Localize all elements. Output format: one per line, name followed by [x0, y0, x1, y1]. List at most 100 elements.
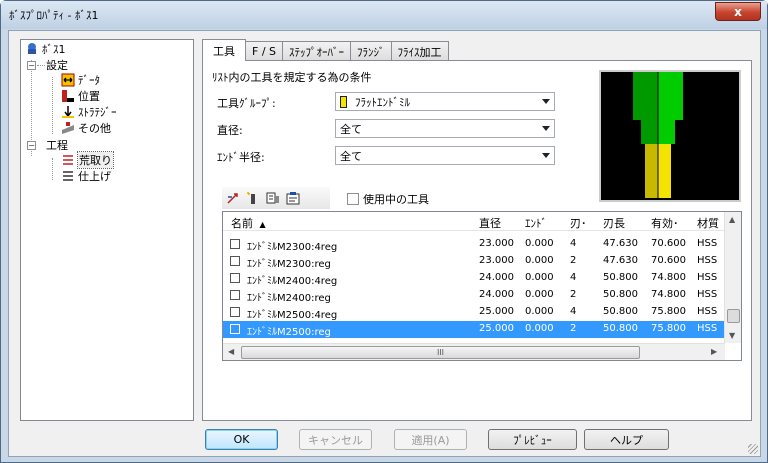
cell-diameter: 23.000	[479, 255, 514, 266]
new-tool-icon[interactable]	[246, 191, 260, 205]
col-header-flutes[interactable]: 刃･	[570, 215, 587, 231]
end-radius-value: 全て	[340, 149, 362, 163]
cell-end: 0.000	[525, 323, 554, 334]
cell-name: ｴﾝﾄﾞﾐﾙM2400:reg	[247, 293, 331, 304]
ok-button[interactable]: OK	[205, 429, 278, 450]
diameter-select[interactable]: 全て	[335, 119, 555, 138]
tree-item-process[interactable]: − 工程	[27, 137, 68, 153]
tree-item-roughing[interactable]: 荒取り	[61, 151, 114, 169]
cancel-button[interactable]: キャンセル	[299, 429, 372, 450]
cell-name: ｴﾝﾄﾞﾐﾙM2300:4reg	[247, 242, 338, 253]
cell-end: 0.000	[525, 255, 554, 266]
cell-diameter: 24.000	[479, 272, 514, 283]
table-row[interactable]: ｴﾝﾄﾞﾐﾙM2500:reg 25.000 0.000 2 50.800 75.800 H…	[223, 321, 725, 338]
tree-root-label: ﾎﾞｽ1	[42, 43, 66, 56]
cell-flutes: 2	[570, 255, 577, 266]
tab-stepover[interactable]: ｽﾃｯﾌﾟｵｰﾊﾞｰ	[282, 41, 352, 61]
horizontal-scroll-thumb[interactable]: III	[241, 346, 640, 359]
title-bar[interactable]: ﾎﾞｽﾌﾟﾛﾊﾟﾃｨ - ﾎﾞｽ1 x	[1, 1, 767, 29]
endmill-preview-image	[633, 72, 683, 200]
end-radius-label: ｴﾝﾄﾞ半径:	[217, 151, 265, 164]
pick-tool-icon[interactable]	[226, 191, 240, 205]
scroll-down-icon[interactable]: ▼	[729, 331, 735, 340]
cell-diameter: 25.000	[479, 323, 514, 334]
col-header-effective[interactable]: 有効･	[651, 215, 679, 231]
tab-milling[interactable]: ﾌﾗｲｽ加工	[390, 41, 449, 61]
tool-group-value: ﾌﾗｯﾄｴﾝﾄﾞﾐﾙ	[355, 95, 410, 109]
col-header-material[interactable]: 材質	[697, 215, 719, 231]
tab-flange[interactable]: ﾌﾗﾝｼﾞ	[350, 41, 392, 61]
dialog-client: ﾎﾞｽ1 − 設定 ﾃﾞｰﾀ 位置 ｽﾄﾗﾃｼﾞｰ その他 − 工程 荒取り 仕…	[8, 30, 761, 457]
tool-row-icon	[230, 290, 240, 300]
tab-strip: 工具 F / S ｽﾃｯﾌﾟｵｰﾊﾞｰ ﾌﾗﾝｼﾞ ﾌﾗｲｽ加工	[202, 39, 449, 61]
roughing-icon	[63, 155, 73, 165]
preview-button[interactable]: ﾌﾟﾚﾋﾞｭｰ	[488, 429, 577, 450]
tree-item-settings[interactable]: − 設定	[27, 57, 68, 73]
tree-item-position[interactable]: 位置	[61, 88, 100, 104]
in-use-checkbox[interactable]	[347, 193, 359, 205]
tab-feed-speed[interactable]: F / S	[245, 41, 284, 61]
tool-tab-panel: ﾘｽﾄ内の工具を規定する為の条件 工具ｸﾞﾙｰﾌﾟ: ﾌﾗｯﾄｴﾝﾄﾞﾐﾙ 直径…	[202, 60, 752, 421]
tab-tool[interactable]: 工具	[202, 39, 246, 61]
tool-list-header: 名前 ▲ 直径 ｴﾝﾄﾞ 刃･ 刃長 有効･ 材質	[223, 212, 725, 231]
tree-position-label: 位置	[78, 90, 100, 103]
scroll-right-icon[interactable]: ▶	[711, 347, 717, 356]
vertical-scroll-thumb[interactable]	[727, 309, 740, 323]
scroll-up-icon[interactable]: ▲	[729, 215, 735, 224]
end-radius-select[interactable]: 全て	[335, 146, 555, 165]
scroll-left-icon[interactable]: ◀	[228, 347, 234, 356]
tool-row-icon	[230, 239, 240, 249]
in-use-filter[interactable]: 使用中の工具	[347, 191, 429, 207]
data-icon	[61, 73, 75, 87]
table-row[interactable]: ｴﾝﾄﾞﾐﾙM2500:4reg 25.000 0.000 4 50.800 75.800…	[223, 304, 725, 321]
boss-icon	[28, 43, 36, 54]
chevron-down-icon	[542, 153, 550, 158]
cell-flute-length: 47.630	[603, 238, 638, 249]
tree-finishing-label: 仕上げ	[78, 170, 111, 183]
tree-other-label: その他	[78, 122, 111, 135]
tree-item-root[interactable]: ﾎﾞｽ1	[25, 41, 66, 57]
tool-properties-icon[interactable]	[286, 191, 300, 205]
tree-strategy-label: ｽﾄﾗﾃｼﾞｰ	[78, 106, 117, 119]
chevron-down-icon	[542, 126, 550, 131]
table-row[interactable]: ｴﾝﾄﾞﾐﾙM2300:4reg 23.000 0.000 4 47.630 70.600…	[223, 236, 725, 253]
tree-item-strategy[interactable]: ｽﾄﾗﾃｼﾞｰ	[61, 104, 117, 120]
sort-ascending-icon: ▲	[259, 220, 266, 229]
cell-end: 0.000	[525, 306, 554, 317]
tool-group-select[interactable]: ﾌﾗｯﾄｴﾝﾄﾞﾐﾙ	[335, 92, 555, 111]
tree-roughing-label: 荒取り	[77, 151, 114, 169]
apply-button[interactable]: 適用(A)	[394, 429, 467, 450]
strategy-icon	[62, 106, 74, 118]
close-button[interactable]: x	[715, 2, 761, 21]
table-row[interactable]: ｴﾝﾄﾞﾐﾙM2300:reg 23.000 0.000 2 47.630 70.600 H…	[223, 253, 725, 270]
cell-flutes: 2	[570, 289, 577, 300]
table-row[interactable]: ｴﾝﾄﾞﾐﾙM2400:4reg 24.000 0.000 4 50.800 74.800…	[223, 270, 725, 287]
cell-name: ｴﾝﾄﾞﾐﾙM2300:reg	[247, 259, 331, 270]
col-header-end[interactable]: ｴﾝﾄﾞ	[525, 215, 547, 231]
cell-end: 0.000	[525, 272, 554, 283]
tree-item-data[interactable]: ﾃﾞｰﾀ	[61, 72, 100, 88]
cell-name: ｴﾝﾄﾞﾐﾙM2400:4reg	[247, 276, 338, 287]
resize-grip[interactable]	[748, 444, 758, 454]
tree-item-finishing[interactable]: 仕上げ	[61, 168, 111, 184]
cell-effective: 75.800	[651, 306, 686, 317]
tool-library-icon[interactable]	[266, 191, 280, 205]
list-horizontal-scrollbar[interactable]: ◀ III ▶	[223, 343, 725, 360]
collapse-icon[interactable]: −	[27, 60, 36, 70]
dialog-window: ﾎﾞｽﾌﾟﾛﾊﾟﾃｨ - ﾎﾞｽ1 x ﾎﾞｽ1 − 設定 ﾃﾞｰﾀ 位置 ｽﾄ…	[0, 0, 768, 463]
other-icon	[62, 122, 74, 134]
conditions-caption: ﾘｽﾄ内の工具を規定する為の条件	[212, 71, 372, 84]
cell-material: HSS	[697, 323, 718, 334]
col-header-name[interactable]: 名前 ▲	[231, 215, 266, 231]
chevron-down-icon	[542, 99, 550, 104]
collapse-icon[interactable]: −	[27, 140, 36, 150]
help-button[interactable]: ヘルプ	[584, 429, 669, 450]
table-row[interactable]: ｴﾝﾄﾞﾐﾙM2400:reg 24.000 0.000 2 50.800 74.800 H…	[223, 287, 725, 304]
list-vertical-scrollbar[interactable]: ▲ ▼	[724, 212, 741, 343]
cell-diameter: 24.000	[479, 289, 514, 300]
cell-effective: 74.800	[651, 289, 686, 300]
col-header-flute-length[interactable]: 刃長	[603, 215, 625, 231]
tool-list[interactable]: 名前 ▲ 直径 ｴﾝﾄﾞ 刃･ 刃長 有効･ 材質 ｴﾝﾄﾞﾐﾙM2300:4r…	[222, 211, 742, 361]
col-header-diameter[interactable]: 直径	[479, 215, 501, 231]
tree-item-other[interactable]: その他	[61, 120, 111, 136]
